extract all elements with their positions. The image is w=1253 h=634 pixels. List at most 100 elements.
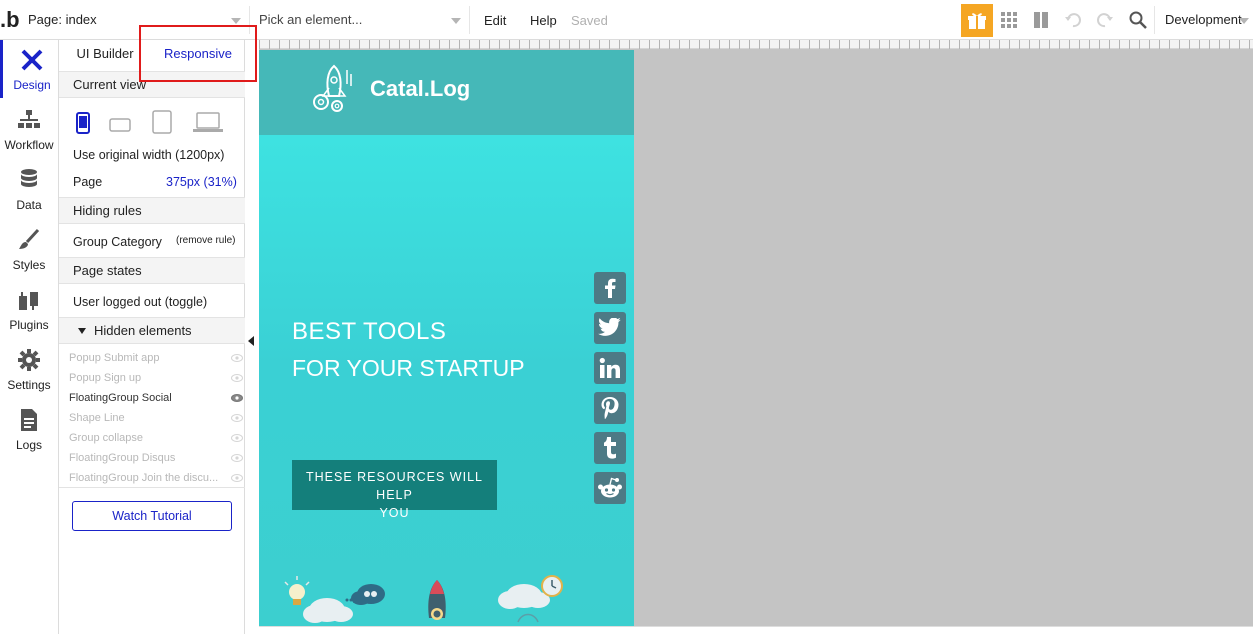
help-menu[interactable]: Help: [530, 13, 557, 28]
columns-icon[interactable]: [1031, 10, 1051, 30]
eye-icon[interactable]: [231, 393, 243, 403]
edit-menu[interactable]: Edit: [484, 13, 506, 28]
eye-icon[interactable]: [231, 453, 243, 463]
list-item-label: FloatingGroup Disqus: [69, 452, 176, 464]
tab-ui-builder[interactable]: UI Builder: [59, 40, 151, 70]
twitter-icon: [598, 318, 621, 336]
use-original-width[interactable]: Use original width (1200px): [73, 148, 224, 162]
search-icon[interactable]: [1128, 10, 1148, 30]
nav-label: Data: [16, 198, 42, 212]
resources-button-line2: YOU: [379, 506, 410, 520]
responsive-panel: UI Builder Responsive Current view Use o…: [59, 40, 245, 634]
highlight-box: [139, 25, 257, 82]
hidden-item-floatinggroup-social[interactable]: FloatingGroup Social: [69, 388, 245, 408]
hidden-item-popup-sign-up[interactable]: Popup Sign up: [69, 368, 245, 388]
nav-settings[interactable]: Settings: [0, 340, 58, 398]
list-item-label: FloatingGroup Social: [69, 392, 172, 404]
bubble-logo[interactable]: .b: [0, 8, 22, 32]
design-icon: [21, 49, 43, 71]
preview-header: Catal.Log: [259, 50, 634, 135]
facebook-button[interactable]: [594, 272, 626, 304]
linkedin-icon: [599, 357, 620, 378]
list-item-label: FloatingGroup Join the discu...: [69, 472, 219, 484]
list-item-label: Popup Sign up: [69, 372, 142, 384]
linkedin-button[interactable]: [594, 352, 626, 384]
nav-logs[interactable]: Logs: [0, 400, 58, 458]
canvas-bottom-strip: [259, 626, 1253, 634]
remove-rule-link[interactable]: (remove rule): [176, 235, 235, 246]
tablet-icon[interactable]: [152, 110, 172, 134]
collapse-panel-icon[interactable]: [248, 336, 254, 346]
rocket-gears-logo-icon: [313, 64, 352, 112]
gear-icon: [18, 349, 40, 371]
divider: [59, 487, 245, 488]
redo-icon[interactable]: [1095, 10, 1115, 30]
hiding-rules-header: Hiding rules: [59, 197, 245, 224]
document-icon: [21, 409, 37, 431]
database-icon: [21, 169, 37, 187]
page-width-label: Page: [73, 175, 103, 189]
phone-icon[interactable]: [76, 112, 90, 134]
group-category-rule: Group Category: [73, 235, 162, 249]
eye-icon[interactable]: [231, 473, 243, 483]
tumblr-button[interactable]: [594, 432, 626, 464]
page-selector-label: Page: index: [28, 12, 97, 27]
chevron-down-icon: [231, 18, 241, 24]
element-picker[interactable]: Pick an element...: [252, 6, 470, 34]
eye-icon[interactable]: [231, 373, 243, 383]
environment-label: Development: [1165, 12, 1242, 27]
reddit-button[interactable]: [594, 472, 626, 504]
gift-button[interactable]: [961, 4, 993, 37]
element-picker-label: Pick an element...: [259, 12, 363, 27]
nav-styles[interactable]: Styles: [0, 220, 58, 278]
nav-label: Design: [13, 78, 51, 92]
watch-tutorial-button[interactable]: Watch Tutorial: [72, 501, 232, 531]
triangle-down-icon: [78, 328, 86, 334]
pinterest-button[interactable]: [594, 392, 626, 424]
grid-icon[interactable]: [999, 10, 1019, 30]
hidden-item-group-collapse[interactable]: Group collapse: [69, 428, 245, 448]
environment-selector[interactable]: Development: [1154, 6, 1253, 34]
brand-name: Catal.Log: [370, 76, 471, 101]
eye-icon[interactable]: [231, 413, 243, 423]
laptop-icon[interactable]: [193, 112, 223, 134]
list-item-label: Group collapse: [69, 432, 143, 444]
hidden-elements-label: Hidden elements: [94, 323, 192, 338]
hidden-item-shape-line[interactable]: Shape Line: [69, 408, 245, 428]
hidden-item-floatinggroup-disqus[interactable]: FloatingGroup Disqus: [69, 448, 245, 468]
phone-landscape-icon[interactable]: [109, 118, 131, 132]
nav-label: Logs: [15, 438, 43, 452]
chevron-down-icon: [1239, 18, 1249, 24]
page-preview[interactable]: Catal.Log BEST TOOLS FOR YOUR STARTUP TH…: [259, 50, 634, 627]
chevron-down-icon: [451, 18, 461, 24]
plugin-icon: [19, 292, 38, 310]
left-nav: Design Workflow Data Styles Plugins Sett…: [0, 40, 59, 634]
hidden-elements-header[interactable]: Hidden elements: [59, 317, 245, 344]
resources-button-line1: THESE RESOURCES WILL HELP: [306, 470, 483, 502]
workflow-icon: [18, 110, 40, 128]
tumblr-icon: [604, 437, 616, 459]
page-width-value[interactable]: 375px (31%): [166, 175, 237, 189]
nav-workflow[interactable]: Workflow: [0, 100, 58, 158]
hidden-item-floatinggroup-join[interactable]: FloatingGroup Join the discu...: [69, 468, 245, 488]
horizontal-ruler: [259, 40, 1253, 49]
brush-icon: [19, 228, 40, 249]
user-logged-out-toggle[interactable]: User logged out (toggle): [73, 295, 207, 309]
hidden-item-popup-submit-app[interactable]: Popup Submit app: [69, 348, 245, 368]
device-selector: [73, 110, 233, 138]
gift-icon: [968, 12, 986, 29]
nav-label: Workflow: [4, 138, 54, 152]
nav-design[interactable]: Design: [0, 40, 58, 98]
eye-icon[interactable]: [231, 353, 243, 363]
nav-data[interactable]: Data: [0, 160, 58, 218]
nav-plugins[interactable]: Plugins: [0, 280, 58, 338]
nav-label: Styles: [12, 258, 46, 272]
twitter-button[interactable]: [594, 312, 626, 344]
list-item-label: Shape Line: [69, 412, 125, 424]
hero-title: BEST TOOLS: [292, 318, 447, 345]
undo-icon[interactable]: [1063, 10, 1083, 30]
list-item-label: Popup Submit app: [69, 352, 160, 364]
facebook-icon: [605, 278, 616, 298]
eye-icon[interactable]: [231, 433, 243, 443]
resources-button[interactable]: THESE RESOURCES WILL HELP YOU: [292, 460, 497, 520]
